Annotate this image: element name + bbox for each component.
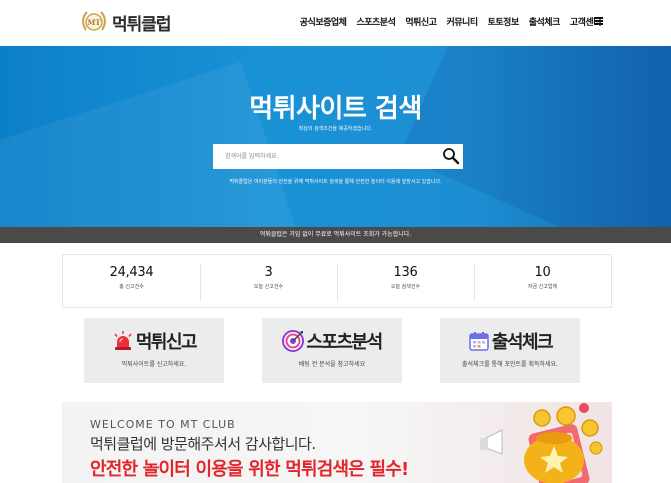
stat-reported-companies: 10 자금 신고업체	[474, 255, 611, 307]
stat-value: 136	[393, 265, 418, 280]
notice-bar: 먹튀클럽은 가입 없이 무료로 먹튀사이트 조회가 가능합니다.	[0, 227, 671, 243]
stat-value: 24,434	[109, 265, 154, 280]
magnifier-icon[interactable]	[442, 147, 460, 165]
card-description: 배팅 전 분석을 참고하세요	[298, 361, 366, 368]
hero-title: 먹튀사이트 검색	[249, 94, 422, 124]
stat-label: 자금 신고업체	[527, 284, 558, 290]
card-description: 먹튀사이트를 신고하세요.	[121, 361, 187, 368]
hero-note: 먹튀클럽은 여러분들의 안전을 위해 먹튀사이트 검색을 통해 안전한 놀이터 …	[229, 179, 442, 185]
stat-today-searches: 136 오늘 검색건수	[337, 255, 474, 307]
banner-headline: 안전한 놀이터 이용을 위한 먹튀검색은 필수!	[90, 459, 409, 480]
banner-welcome-text: WELCOME TO MT CLUB	[90, 418, 236, 431]
search-input[interactable]	[213, 144, 438, 169]
card-sports-analysis[interactable]: 스포츠분석 배팅 전 분석을 참고하세요	[262, 318, 402, 383]
nav-item-sports-analysis[interactable]: 스포츠분석	[356, 15, 395, 28]
target-icon	[282, 330, 305, 352]
nav-item-community[interactable]: 커뮤니티	[447, 15, 479, 28]
main-nav: 공식보증업체 스포츠분석 먹튀신고 커뮤니티 토토정보 출석체크 고객센터	[300, 15, 602, 28]
nav-item-toto-info[interactable]: 토토정보	[488, 15, 520, 28]
logo-text: 먹튀클럽	[112, 14, 172, 35]
stat-label: 총 신고건수	[119, 284, 144, 290]
banner-thanks-text: 먹튀클럽에 방문해주셔서 감사합니다.	[90, 435, 316, 453]
logo-badge-text: MT	[88, 18, 102, 27]
welcome-banner[interactable]: WELCOME TO MT CLUB 먹튀클럽에 방문해주셔서 감사합니다. 안…	[62, 402, 612, 483]
stat-today-reports: 3 오늘 신고건수	[200, 255, 337, 307]
nav-item-guarantee[interactable]: 공식보증업체	[300, 15, 347, 28]
card-description: 출석체크를 통해 포인트를 획득하세요.	[462, 361, 558, 368]
calendar-icon	[469, 332, 489, 351]
nav-item-report[interactable]: 먹튀신고	[405, 15, 437, 28]
card-title: 스포츠분석	[306, 332, 383, 353]
card-title: 먹튀신고	[135, 332, 198, 353]
laurel-emblem-icon: MT	[82, 11, 106, 31]
search-box	[213, 144, 463, 169]
card-title: 출석체크	[491, 332, 554, 353]
card-header: 먹튀신고	[84, 328, 224, 354]
card-attendance[interactable]: 출석체크 출석체크를 통해 포인트를 획득하세요.	[440, 318, 580, 383]
stat-value: 10	[534, 265, 551, 280]
hamburger-icon[interactable]	[594, 17, 603, 25]
stat-total-reports: 24,434 총 신고건수	[63, 255, 200, 307]
nav-item-attendance[interactable]: 출석체크	[529, 15, 561, 28]
hero-subtitle: 최상의 검색조건을 제공하겠습니다.	[298, 126, 373, 132]
card-header: 출석체크	[440, 328, 580, 354]
site-header: MT 먹튀클럽 공식보증업체 스포츠분석 먹튀신고 커뮤니티 토토정보 출석체크…	[0, 0, 671, 46]
siren-icon	[114, 331, 132, 350]
stat-value: 3	[264, 265, 273, 280]
card-report[interactable]: 먹튀신고 먹튀사이트를 신고하세요.	[84, 318, 224, 383]
stat-label: 오늘 검색건수	[390, 284, 421, 290]
site-logo[interactable]: MT 먹튀클럽	[80, 8, 172, 36]
stats-panel: 24,434 총 신고건수 3 오늘 신고건수 136 오늘 검색건수 10 자…	[62, 254, 612, 308]
stat-label: 오늘 신고건수	[253, 284, 284, 290]
coin-pouch-illustration-icon	[480, 403, 603, 483]
hero-search-section: 먹튀사이트 검색 최상의 검색조건을 제공하겠습니다. 먹튀클럽은 여러분들의 …	[0, 46, 671, 227]
card-header: 스포츠분석	[262, 328, 402, 354]
